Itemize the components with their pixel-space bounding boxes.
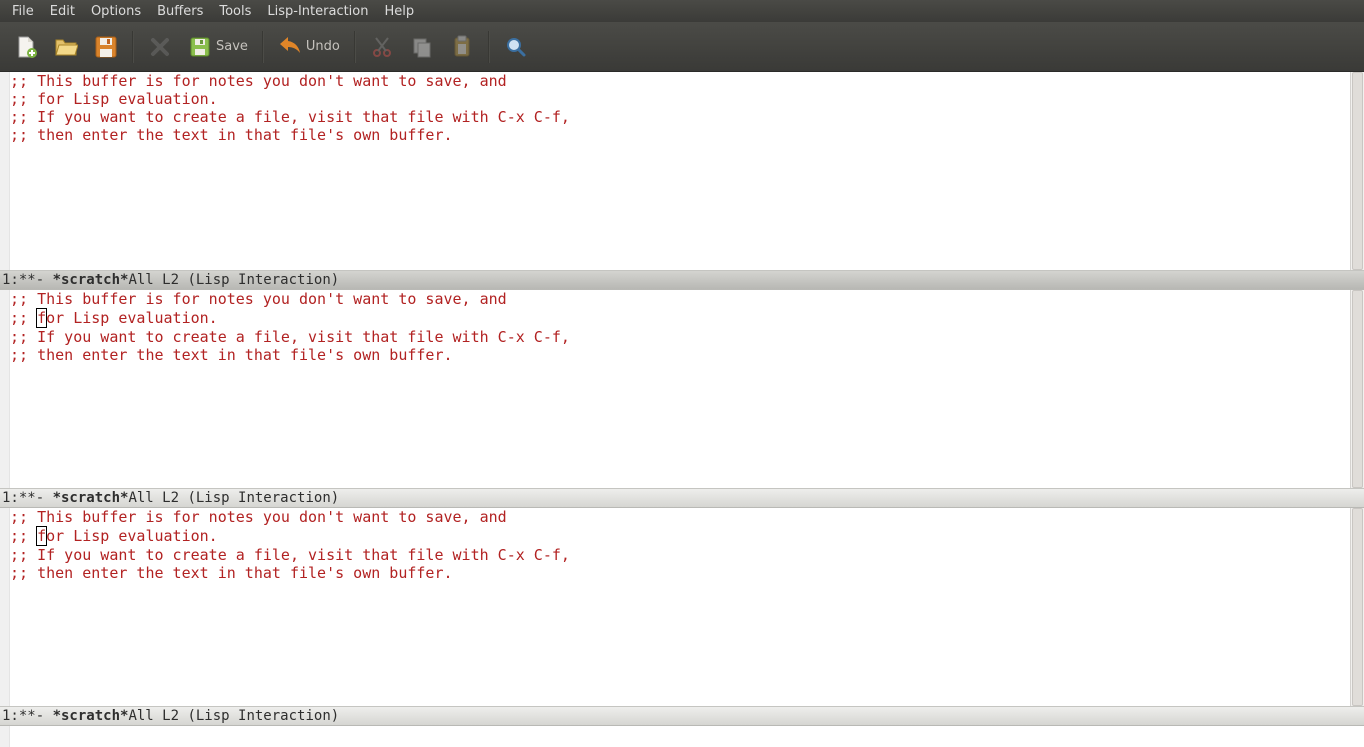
- mode-line-1[interactable]: 1:**- *scratch* All L2 (Lisp Interaction…: [0, 270, 1364, 290]
- buffer-window-1[interactable]: ;; This buffer is for notes you don't wa…: [0, 72, 1364, 270]
- buffer-text[interactable]: ;; This buffer is for notes you don't wa…: [10, 290, 570, 488]
- close-button[interactable]: [142, 31, 178, 63]
- mode-line-2[interactable]: 1:**- *scratch* All L2 (Lisp Interaction…: [0, 488, 1364, 508]
- menu-edit[interactable]: Edit: [42, 2, 83, 21]
- menu-file[interactable]: File: [4, 2, 42, 21]
- left-fringe: [0, 290, 10, 488]
- menu-help[interactable]: Help: [377, 2, 423, 21]
- menu-lisp-interaction[interactable]: Lisp-Interaction: [259, 2, 376, 21]
- editor-area: ;; This buffer is for notes you don't wa…: [0, 72, 1364, 747]
- modeline-status: 1:**- *scratch* All L2 (Lisp Interaction…: [2, 708, 339, 724]
- copy-button[interactable]: [404, 31, 440, 63]
- search-button[interactable]: [498, 31, 534, 63]
- minibuffer[interactable]: [0, 726, 1364, 747]
- buffer-window-2[interactable]: ;; This buffer is for notes you don't wa…: [0, 290, 1364, 488]
- new-file-icon: [14, 35, 38, 59]
- window-pane-1: ;; This buffer is for notes you don't wa…: [0, 72, 1364, 290]
- open-file-button[interactable]: [48, 31, 84, 63]
- left-fringe: [0, 72, 10, 270]
- toolbar-separator: [488, 31, 490, 63]
- undo-icon: [278, 35, 302, 59]
- toolbar-separator: [262, 31, 264, 63]
- save-as-icon: [94, 35, 118, 59]
- search-icon: [504, 35, 528, 59]
- close-icon: [148, 35, 172, 59]
- save-button[interactable]: Save: [182, 31, 254, 63]
- window-pane-3: ;; This buffer is for notes you don't wa…: [0, 508, 1364, 726]
- save-icon: [188, 35, 212, 59]
- mode-line-3[interactable]: 1:**- *scratch* All L2 (Lisp Interaction…: [0, 706, 1364, 726]
- scrollbar[interactable]: [1350, 508, 1364, 706]
- copy-icon: [410, 35, 434, 59]
- window-pane-2: ;; This buffer is for notes you don't wa…: [0, 290, 1364, 508]
- modeline-status: 1:**- *scratch* All L2 (Lisp Interaction…: [2, 272, 339, 288]
- menu-options[interactable]: Options: [83, 2, 149, 21]
- buffer-window-3[interactable]: ;; This buffer is for notes you don't wa…: [0, 508, 1364, 706]
- undo-button[interactable]: Undo: [272, 31, 346, 63]
- save-as-button[interactable]: [88, 31, 124, 63]
- left-fringe: [0, 508, 10, 706]
- toolbar-separator: [354, 31, 356, 63]
- scrollbar[interactable]: [1350, 72, 1364, 270]
- toolbar: Save Undo: [0, 22, 1364, 72]
- cut-icon: [370, 35, 394, 59]
- menu-buffers[interactable]: Buffers: [149, 2, 211, 21]
- save-label: Save: [216, 39, 248, 54]
- buffer-text[interactable]: ;; This buffer is for notes you don't wa…: [10, 72, 570, 270]
- menu-tools[interactable]: Tools: [211, 2, 259, 21]
- new-file-button[interactable]: [8, 31, 44, 63]
- menu-bar: File Edit Options Buffers Tools Lisp-Int…: [0, 0, 1364, 22]
- left-fringe: [0, 726, 10, 747]
- paste-button[interactable]: [444, 31, 480, 63]
- modeline-status: 1:**- *scratch* All L2 (Lisp Interaction…: [2, 490, 339, 506]
- open-folder-icon: [54, 35, 78, 59]
- undo-label: Undo: [306, 39, 340, 54]
- cut-button[interactable]: [364, 31, 400, 63]
- buffer-text[interactable]: ;; This buffer is for notes you don't wa…: [10, 508, 570, 706]
- paste-icon: [450, 35, 474, 59]
- scrollbar[interactable]: [1350, 290, 1364, 488]
- toolbar-separator: [132, 31, 134, 63]
